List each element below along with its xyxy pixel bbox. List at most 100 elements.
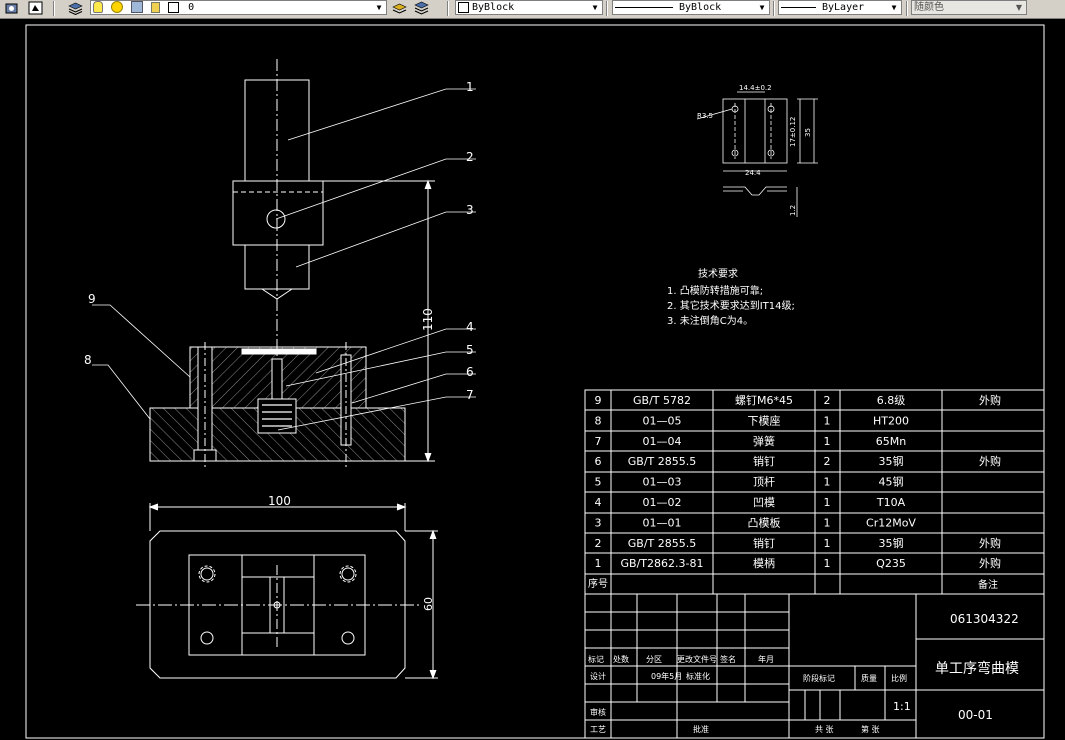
linetype-preview [615, 6, 673, 8]
bom-cell-material: 45钢 [879, 476, 904, 489]
callout-5: 5 [466, 343, 474, 357]
bom-cell-code: GB/T 5782 [633, 394, 691, 407]
callout-7: 7 [466, 388, 474, 402]
lock-icon[interactable] [151, 1, 161, 13]
toolbar-separator [773, 1, 775, 16]
make-current-layer-icon[interactable] [28, 1, 43, 15]
bom-cell-material: 35钢 [879, 455, 904, 468]
bom-cell-seq: 4 [595, 496, 602, 509]
color-swatch [458, 1, 469, 13]
tb-sheets-total: 共 张 [815, 725, 834, 734]
bom-header-seq: 序号 [588, 577, 608, 590]
linetype-control-dropdown[interactable]: ByBlock ▼ [612, 0, 770, 15]
bom-cell-seq: 5 [595, 476, 602, 489]
bom-cell-qty: 1 [824, 476, 831, 489]
bom-cell-qty: 1 [824, 516, 831, 529]
bom-cell-name: 销钉 [753, 454, 775, 468]
tb-label-mark: 标记 [588, 654, 604, 664]
bom-cell-name: 模柄 [753, 557, 775, 570]
layer-previous-icon[interactable] [392, 1, 407, 15]
dim-r3.5: R3.5 [697, 112, 713, 120]
bom-cell-name: 销钉 [753, 536, 775, 550]
chevron-down-icon[interactable]: ▼ [589, 1, 601, 14]
tb-label-signature: 签名 [720, 654, 736, 664]
callout-1: 1 [466, 80, 474, 94]
tb-stage-label: 阶段标记 [803, 673, 835, 683]
bom-cell-code: 01—04 [643, 435, 682, 448]
chevron-down-icon[interactable]: ▼ [888, 1, 900, 14]
linetype-control-value: ByBlock [679, 2, 722, 13]
layer-manager-icon[interactable] [68, 1, 83, 15]
color-control-value: ByBlock [472, 2, 515, 13]
callout-3: 3 [466, 203, 474, 217]
bom-cell-note: 外购 [979, 454, 1001, 468]
chevron-down-icon[interactable]: ▼ [756, 1, 768, 14]
lineweight-preview [781, 6, 816, 8]
dim-24.4: 24.4 [745, 169, 761, 177]
bom-header-note: 备注 [978, 578, 998, 591]
bom-cell-code: 01—02 [643, 496, 682, 509]
plotstyle-control-dropdown[interactable]: 随颜色 ▼ [911, 0, 1027, 15]
layer-state-icon[interactable] [4, 1, 19, 15]
plan-view [136, 503, 438, 680]
tech-note-1: 1. 凸模防转措施可靠; [667, 284, 763, 297]
tb-drawing-code: 061304322 [950, 612, 1019, 626]
bom-rows: 9 GB/T 5782 螺钉M6*45 2 6.8级 外购8 01—05 下模座 1 HT2007… [595, 393, 1002, 570]
bom-cell-seq: 1 [595, 557, 602, 570]
layer-dropdown[interactable]: 0 ▼ [90, 0, 387, 15]
bom-cell-seq: 7 [595, 435, 602, 448]
bom-cell-code: 01—05 [643, 414, 682, 427]
tb-designer-label: 设计 [590, 671, 606, 681]
bom-cell-qty: 1 [824, 414, 831, 427]
bom-cell-name: 凹模 [753, 496, 775, 509]
callout-9: 9 [88, 292, 96, 306]
chevron-down-icon[interactable]: ▼ [1013, 1, 1025, 14]
color-control-dropdown[interactable]: ByBlock ▼ [455, 0, 603, 15]
plotstyle-control-value: 随颜色 [914, 2, 944, 13]
bom-cell-name: 顶杆 [753, 475, 775, 489]
bom-cell-note: 外购 [979, 556, 1001, 570]
bom-cell-note: 外购 [979, 393, 1001, 407]
callout-2: 2 [466, 150, 474, 164]
bom-cell-code: 01—03 [643, 476, 682, 489]
callout-8: 8 [84, 353, 92, 367]
bom-cell-name: 螺钉M6*45 [735, 394, 793, 407]
lightbulb-icon[interactable] [93, 1, 103, 13]
bom-cell-name: 凸模板 [748, 515, 781, 529]
bom-cell-material: 65Mn [876, 435, 906, 448]
bom-cell-qty: 1 [824, 537, 831, 550]
tb-weight-label: 质量 [861, 673, 877, 683]
lineweight-control-dropdown[interactable]: ByLayer ▼ [778, 0, 902, 15]
chevron-down-icon[interactable]: ▼ [373, 1, 385, 14]
bom-cell-qty: 1 [824, 557, 831, 570]
dim-110: 110 [421, 308, 435, 331]
tb-standard-label: 标准化 [686, 671, 710, 681]
tb-drawing-number: 00-01 [958, 708, 993, 722]
sun-icon[interactable] [111, 1, 124, 13]
bom-cell-name: 弹簧 [753, 434, 775, 448]
tb-label-change-doc: 更改文件号 [677, 654, 717, 664]
cad-drawing: 1 2 3 4 5 6 7 8 9 110 100 60 14.4±0.2 R3… [25, 24, 1045, 739]
layer-color-swatch [168, 1, 180, 13]
tech-requirements-title: 技术要求 [698, 267, 738, 280]
tb-date: 09年5月 [651, 671, 682, 681]
tech-note-2: 2. 其它技术要求达到IT14级; [667, 299, 795, 312]
bom-cell-name: 下模座 [748, 413, 781, 427]
drawing-canvas[interactable]: 1 2 3 4 5 6 7 8 9 110 100 60 14.4±0.2 R3… [0, 19, 1065, 740]
dim-14.4: 14.4±0.2 [739, 84, 772, 92]
freeze-viewport-icon[interactable] [131, 1, 144, 13]
bom-cell-code: GB/T 2855.5 [628, 537, 696, 550]
tb-label-count: 处数 [613, 654, 629, 664]
tech-note-3: 3. 未注倒角C为4。 [667, 314, 753, 327]
toolbar-separator [447, 1, 449, 16]
dim-17: 17±0.12 [789, 117, 797, 147]
bom-cell-note: 外购 [979, 536, 1001, 550]
bom-cell-seq: 8 [595, 414, 602, 427]
bom-cell-material: Q235 [876, 557, 906, 570]
bom-cell-seq: 9 [595, 394, 602, 407]
bom-cell-seq: 3 [595, 516, 602, 529]
layer-states-icon[interactable] [414, 1, 429, 15]
bom-cell-material: 6.8级 [877, 394, 906, 407]
toolbar-separator [53, 1, 55, 16]
callout-4: 4 [466, 320, 474, 334]
